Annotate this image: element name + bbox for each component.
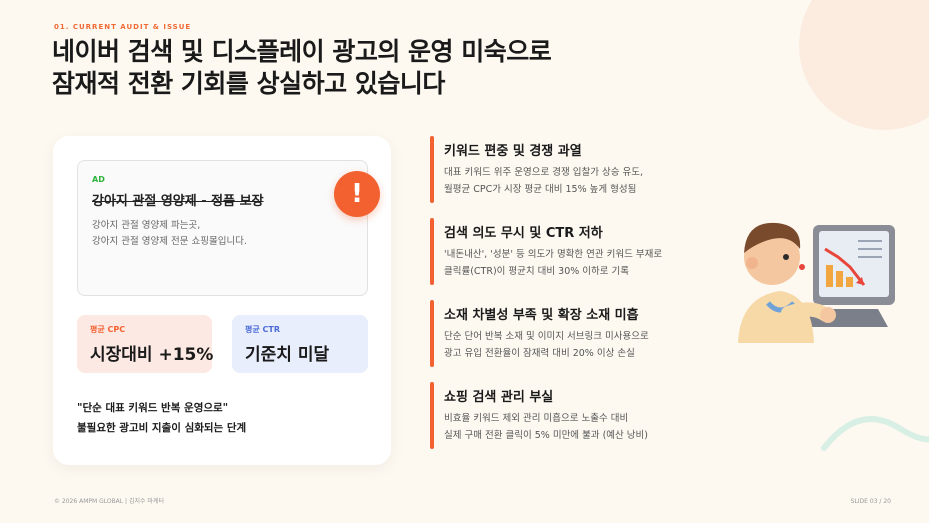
ad-tag: AD xyxy=(92,175,105,184)
stat-cpc-value: 시장대비 +15% xyxy=(90,345,214,365)
issue-desc-line2: 월평균 CPC가 시장 평균 대비 15% 높게 형성됨 xyxy=(444,184,637,195)
summary-quote: "단순 대표 키워드 반복 운영으로" 불필요한 광고비 지출이 심화되는 단계 xyxy=(77,398,246,438)
issue-title: 검색 의도 무시 및 CTR 저하 xyxy=(444,226,603,241)
issue-item-4: 쇼핑 검색 관리 부실 비효율 키워드 제외 관리 미흡으로 노출수 대비 실제… xyxy=(430,382,730,449)
stat-cpc-label: 평균 CPC xyxy=(90,325,126,334)
decorative-circle xyxy=(799,0,929,130)
issue-description: 비효율 키워드 제외 관리 미흡으로 노출수 대비 실제 구매 전환 클릭이 5… xyxy=(444,410,730,444)
page-title: 네이버 검색 및 디스플레이 광고의 운영 미숙으로 잠재적 전환 기회를 상실… xyxy=(52,36,552,100)
slide-number: SLIDE 03 / 20 xyxy=(850,498,891,505)
issue-item-3: 소재 차별성 부족 및 확장 소재 미흡 단순 단어 반복 소재 및 이미지 서… xyxy=(430,300,730,367)
worried-person-laptop-illustration xyxy=(738,222,895,343)
issue-accent-bar xyxy=(430,382,434,449)
stat-cpc: 평균 CPC 시장대비 +15% xyxy=(77,315,214,373)
ad-desc-line1: 강아지 관절 영양제 파는곳, xyxy=(92,220,201,231)
stat-ctr-label: 평균 CTR xyxy=(245,325,280,334)
issue-accent-bar xyxy=(430,300,434,367)
footer-copyright: © 2026 AMPM GLOBAL | 김지수 마케터 xyxy=(54,498,164,505)
issue-desc-line1: 단순 단어 반복 소재 및 이미지 서브링크 미사용으로 xyxy=(444,331,649,342)
stat-ctr-value: 기준치 미달 xyxy=(245,345,330,365)
issue-desc-line2: 실제 구매 전환 클릭이 5% 미만에 불과 (예산 낭비) xyxy=(444,430,648,441)
stat-ctr: 평균 CTR 기준치 미달 xyxy=(232,315,368,373)
issue-desc-line1: 비효율 키워드 제외 관리 미흡으로 노출수 대비 xyxy=(444,413,629,424)
issue-description: '내돈내산', '성분' 등 의도가 명확한 연관 키워드 부재로 클릭률(CT… xyxy=(444,246,730,280)
issue-description: 대표 키워드 위주 운영으로 경쟁 입찰가 상승 유도, 월평균 CPC가 시장… xyxy=(444,164,730,198)
issue-description: 단순 단어 반복 소재 및 이미지 서브링크 미사용으로 광고 유입 전환율이 … xyxy=(444,328,730,362)
issue-desc-line1: 대표 키워드 위주 운영으로 경쟁 입찰가 상승 유도, xyxy=(444,167,643,178)
issue-desc-line2: 클릭률(CTR)이 평균치 대비 30% 이하로 기록 xyxy=(444,266,630,277)
issue-accent-bar xyxy=(430,136,434,203)
ad-title: 강아지 관절 영양제 - 정품 보장 xyxy=(92,194,264,209)
quote-line2: 불필요한 광고비 지출이 심화되는 단계 xyxy=(77,422,247,434)
page-title-line1: 네이버 검색 및 디스플레이 광고의 운영 미숙으로 xyxy=(52,37,552,66)
issue-title: 쇼핑 검색 관리 부실 xyxy=(444,390,554,405)
issue-desc-line2: 광고 유입 전환율이 잠재력 대비 20% 이상 손실 xyxy=(444,348,635,359)
section-label: 01. CURRENT AUDIT & ISSUE xyxy=(54,23,192,31)
issue-item-2: 검색 의도 무시 및 CTR 저하 '내돈내산', '성분' 등 의도가 명확한… xyxy=(430,218,730,285)
issue-title: 키워드 편중 및 경쟁 과열 xyxy=(444,144,582,159)
ad-desc-line2: 강아지 관절 영양제 전문 쇼핑몰입니다. xyxy=(92,236,247,247)
issue-title: 소재 차별성 부족 및 확장 소재 미흡 xyxy=(444,308,639,323)
quote-line1: "단순 대표 키워드 반복 운영으로" xyxy=(77,402,229,414)
issue-item-1: 키워드 편중 및 경쟁 과열 대표 키워드 위주 운영으로 경쟁 입찰가 상승 … xyxy=(430,136,730,203)
issue-desc-line1: '내돈내산', '성분' 등 의도가 명확한 연관 키워드 부재로 xyxy=(444,249,663,260)
alert-icon: ! xyxy=(334,171,380,217)
audit-card: AD 강아지 관절 영양제 - 정품 보장 강아지 관절 영양제 파는곳, 강아… xyxy=(53,136,391,465)
page-title-line2: 잠재적 전환 기회를 상실하고 있습니다 xyxy=(52,69,445,98)
issue-accent-bar xyxy=(430,218,434,285)
decorative-wave xyxy=(821,416,929,451)
ad-example-box: AD 강아지 관절 영양제 - 정품 보장 강아지 관절 영양제 파는곳, 강아… xyxy=(77,160,380,296)
ad-description: 강아지 관절 영양제 파는곳, 강아지 관절 영양제 전문 쇼핑몰입니다. xyxy=(92,218,247,250)
